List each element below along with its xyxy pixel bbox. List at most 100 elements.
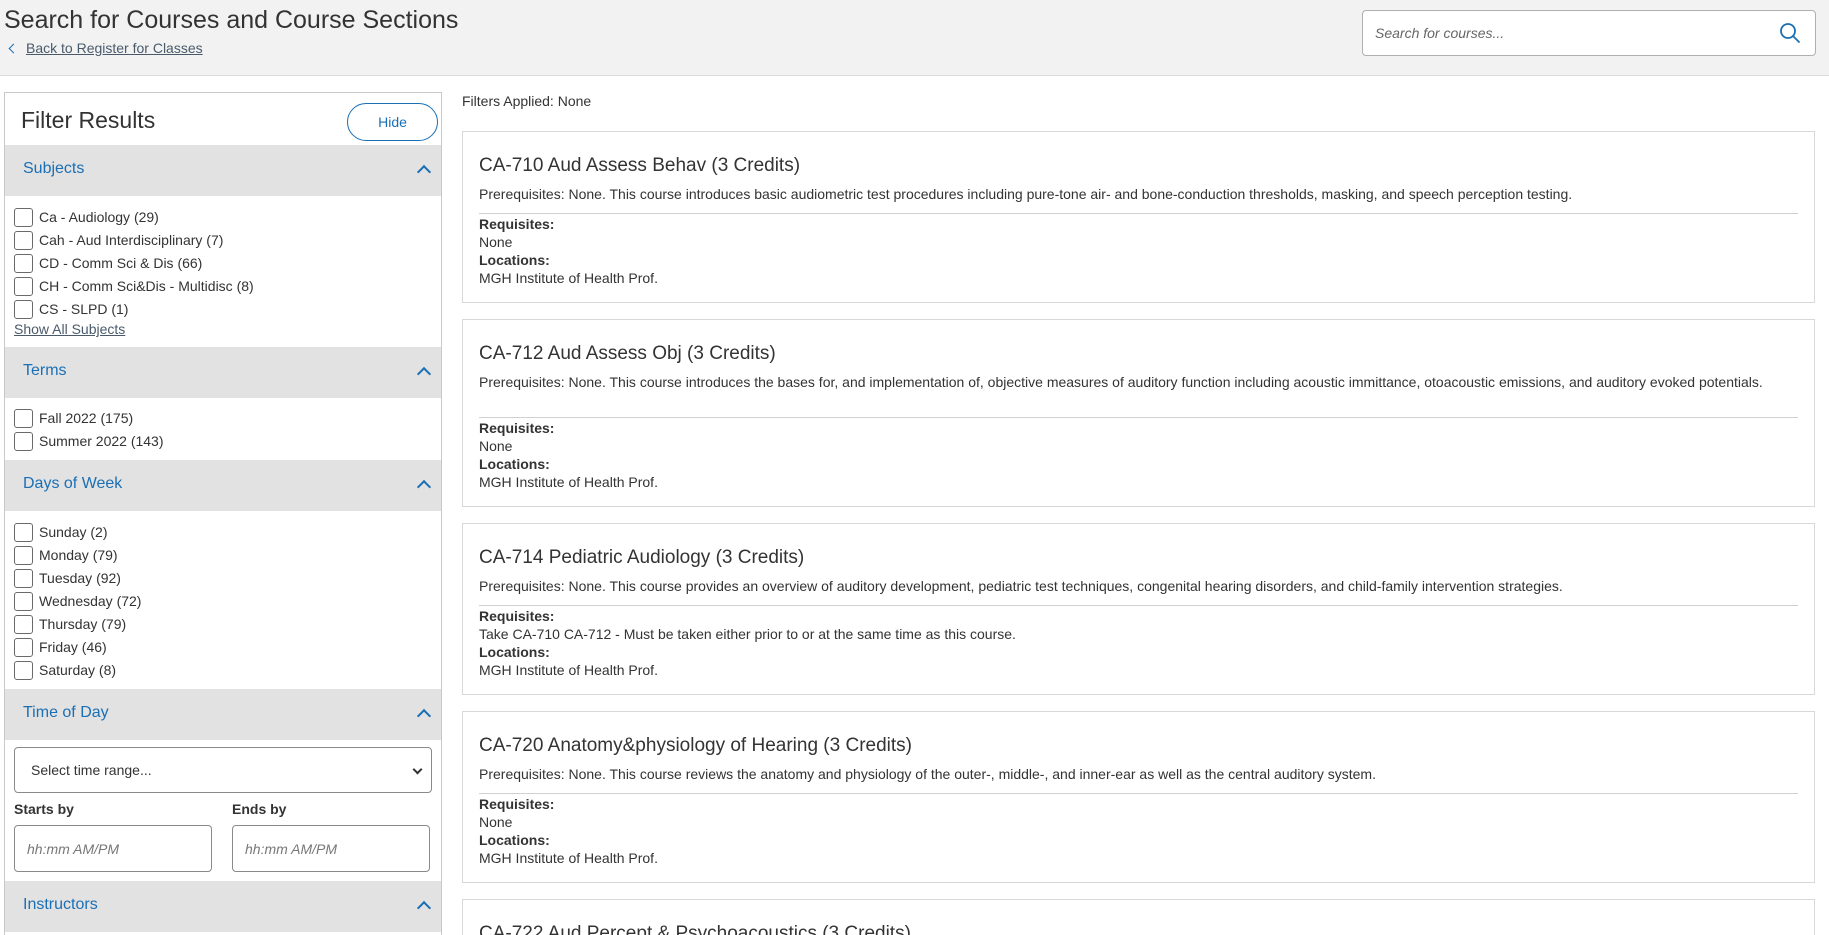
term-option-label: Summer 2022 (143)	[39, 433, 164, 449]
chevron-left-icon	[8, 43, 19, 53]
requisites-value: None	[479, 814, 513, 830]
terms-label: Terms	[23, 362, 67, 379]
course-title[interactable]: CA-712 Aud Assess Obj (3 Credits)	[479, 343, 776, 365]
course-title[interactable]: CA-714 Pediatric Audiology (3 Credits)	[479, 547, 804, 569]
days-section-header[interactable]: Days of Week	[5, 460, 441, 511]
chevron-down-icon	[412, 764, 423, 775]
course-card: CA-714 Pediatric Audiology (3 Credits) P…	[462, 523, 1815, 695]
chevron-up-icon[interactable]	[416, 366, 432, 382]
ends-by-field[interactable]	[232, 825, 430, 872]
day-option[interactable]: Wednesday (72)	[14, 591, 141, 611]
term-option[interactable]: Summer 2022 (143)	[14, 431, 164, 451]
requisites-value: None	[479, 234, 513, 250]
search-box[interactable]	[1362, 10, 1816, 56]
starts-by-input[interactable]	[27, 838, 197, 860]
subject-option[interactable]: CH - Comm Sci&Dis - Multidisc (8)	[14, 276, 254, 296]
checkbox[interactable]	[14, 408, 33, 428]
show-all-subjects-link[interactable]: Show All Subjects	[14, 321, 125, 337]
course-title[interactable]: CA-722 Aud Percept & Psychoacoustics (3 …	[479, 923, 911, 935]
subject-option-label: Cah - Aud Interdisciplinary (7)	[39, 232, 224, 248]
day-option[interactable]: Thursday (79)	[14, 614, 126, 634]
checkbox[interactable]	[14, 276, 33, 296]
day-option-label: Thursday (79)	[39, 616, 127, 632]
divider	[479, 417, 1798, 418]
back-link-label[interactable]: Back to Register for Classes	[26, 40, 203, 56]
search-input[interactable]	[1375, 21, 1765, 45]
search-icon[interactable]	[1779, 22, 1801, 44]
checkbox[interactable]	[14, 253, 33, 273]
requisites-label: Requisites:	[479, 608, 555, 624]
course-description: Prerequisites: None. This course introdu…	[479, 374, 1763, 390]
locations-label: Locations:	[479, 832, 550, 848]
subject-option[interactable]: CS - SLPD (1)	[14, 299, 128, 319]
locations-label: Locations:	[479, 252, 550, 268]
divider	[479, 213, 1798, 214]
checkbox[interactable]	[14, 431, 33, 451]
starts-by-field[interactable]	[14, 825, 212, 872]
instructors-section-header[interactable]: Instructors	[5, 881, 441, 932]
requisites-label: Requisites:	[479, 796, 555, 812]
course-card: CA-722 Aud Percept & Psychoacoustics (3 …	[462, 899, 1815, 935]
checkbox[interactable]	[14, 591, 33, 611]
course-card: CA-710 Aud Assess Behav (3 Credits) Prer…	[462, 131, 1815, 303]
subject-option-label: CD - Comm Sci & Dis (66)	[39, 255, 203, 271]
back-link[interactable]: Back to Register for Classes	[8, 40, 203, 56]
checkbox[interactable]	[14, 299, 33, 319]
requisites-value: Take CA-710 CA-712 - Must be taken eithe…	[479, 626, 1016, 642]
divider	[479, 605, 1798, 606]
day-option-label: Monday (79)	[39, 547, 118, 563]
course-card: CA-712 Aud Assess Obj (3 Credits) Prereq…	[462, 319, 1815, 507]
day-option-label: Friday (46)	[39, 639, 107, 655]
chevron-up-icon[interactable]	[416, 164, 432, 180]
day-option[interactable]: Sunday (2)	[14, 522, 107, 542]
course-title[interactable]: CA-710 Aud Assess Behav (3 Credits)	[479, 155, 800, 177]
starts-by-label: Starts by	[14, 801, 74, 817]
subject-option-label: CH - Comm Sci&Dis - Multidisc (8)	[39, 278, 254, 294]
subject-option[interactable]: Ca - Audiology (29)	[14, 207, 159, 227]
day-option[interactable]: Saturday (8)	[14, 660, 116, 680]
subject-option[interactable]: Cah - Aud Interdisciplinary (7)	[14, 230, 223, 250]
day-option[interactable]: Monday (79)	[14, 545, 118, 565]
course-description: Prerequisites: None. This course reviews…	[479, 766, 1376, 782]
filter-sidebar: Filter Results Hide Subjects Ca - Audiol…	[4, 92, 442, 935]
time-label: Time of Day	[23, 704, 109, 721]
time-range-select-value: Select time range...	[31, 762, 152, 778]
checkbox[interactable]	[14, 522, 33, 542]
checkbox[interactable]	[14, 660, 33, 680]
term-option[interactable]: Fall 2022 (175)	[14, 408, 133, 428]
page-header: Search for Courses and Course Sections B…	[0, 0, 1829, 76]
terms-section-header[interactable]: Terms	[5, 347, 441, 398]
term-option-label: Fall 2022 (175)	[39, 410, 134, 426]
checkbox[interactable]	[14, 207, 33, 227]
day-option[interactable]: Friday (46)	[14, 637, 107, 657]
day-option[interactable]: Tuesday (92)	[14, 568, 121, 588]
chevron-up-icon[interactable]	[416, 708, 432, 724]
requisites-label: Requisites:	[479, 216, 555, 232]
ends-by-input[interactable]	[245, 838, 415, 860]
filter-title: Filter Results	[21, 107, 156, 133]
course-card: CA-720 Anatomy&physiology of Hearing (3 …	[462, 711, 1815, 883]
chevron-up-icon[interactable]	[416, 479, 432, 495]
subject-option-label: CS - SLPD (1)	[39, 301, 129, 317]
location-value: MGH Institute of Health Prof.	[479, 850, 658, 866]
chevron-up-icon[interactable]	[416, 900, 432, 916]
location-value: MGH Institute of Health Prof.	[479, 270, 658, 286]
days-label: Days of Week	[23, 475, 123, 492]
requisites-label: Requisites:	[479, 420, 555, 436]
course-description: Prerequisites: None. This course introdu…	[479, 186, 1573, 202]
checkbox[interactable]	[14, 614, 33, 634]
locations-label: Locations:	[479, 456, 550, 472]
location-value: MGH Institute of Health Prof.	[479, 474, 658, 490]
subjects-section-header[interactable]: Subjects	[5, 145, 441, 196]
checkbox[interactable]	[14, 230, 33, 250]
checkbox[interactable]	[14, 545, 33, 565]
time-range-select[interactable]: Select time range...	[14, 747, 432, 793]
day-option-label: Saturday (8)	[39, 662, 117, 678]
location-value: MGH Institute of Health Prof.	[479, 662, 658, 678]
time-section-header[interactable]: Time of Day	[5, 689, 441, 740]
subject-option[interactable]: CD - Comm Sci & Dis (66)	[14, 253, 202, 273]
checkbox[interactable]	[14, 637, 33, 657]
hide-filters-button[interactable]: Hide	[347, 103, 438, 141]
checkbox[interactable]	[14, 568, 33, 588]
course-title[interactable]: CA-720 Anatomy&physiology of Hearing (3 …	[479, 735, 912, 757]
